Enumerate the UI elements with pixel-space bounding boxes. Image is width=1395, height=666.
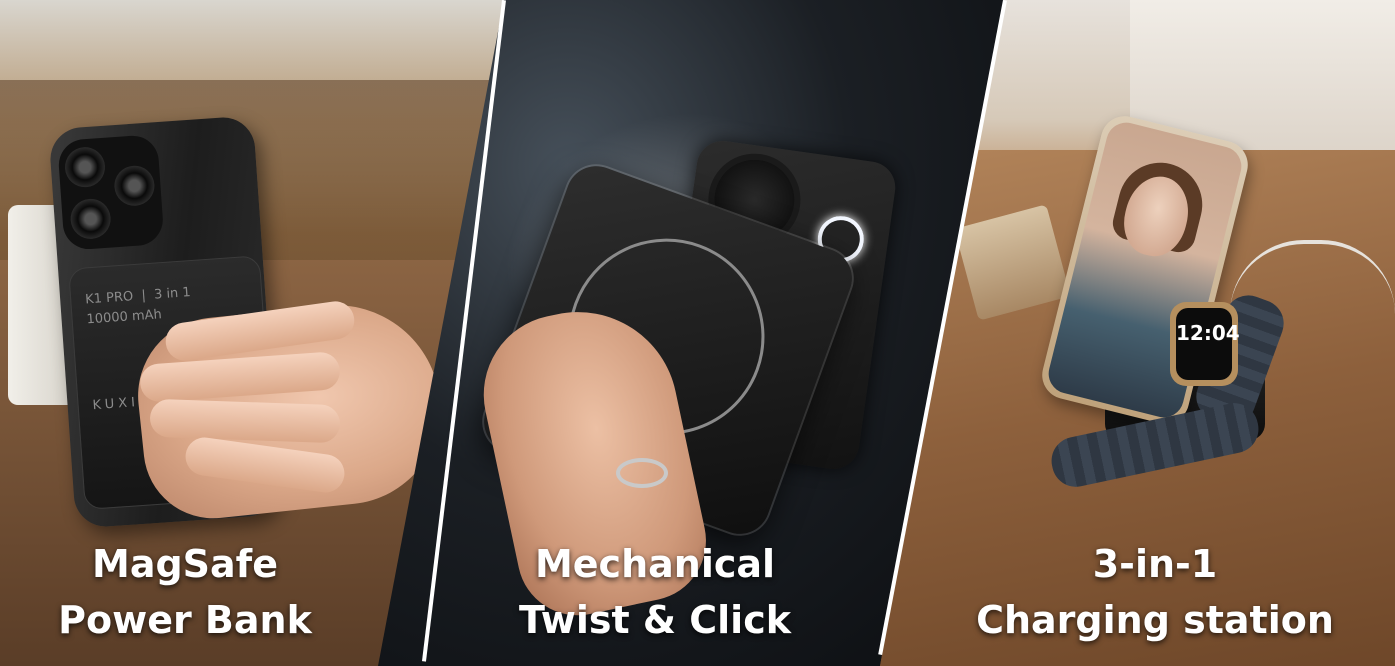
product-feature-banner: K1 PRO | 3 in 1 10000 mAh KUXIU 12:04 Ma… — [0, 0, 1395, 666]
variant-text: 3 in 1 — [153, 285, 192, 303]
smart-watch: 12:04 — [1170, 302, 1240, 386]
finger — [149, 398, 341, 444]
caption-3in1-charging-station: 3-in-1 Charging station — [955, 536, 1355, 648]
caption-line: Power Bank — [58, 598, 312, 642]
caption-line: 3-in-1 — [1092, 542, 1218, 586]
camera-lens — [69, 197, 112, 241]
finger-ring — [616, 458, 668, 488]
caption-line: MagSafe — [92, 542, 278, 586]
camera-module — [57, 134, 165, 251]
model-text: K1 PRO — [84, 289, 134, 308]
camera-lens — [113, 164, 156, 208]
power-bank-model: K1 PRO | 3 in 1 — [84, 285, 192, 308]
camera-lens — [63, 145, 107, 189]
caption-magsafe-power-bank: MagSafe Power Bank — [40, 536, 330, 648]
caption-mechanical-twist-click: Mechanical Twist & Click — [485, 536, 825, 648]
caption-line: Mechanical — [534, 542, 776, 586]
caption-line: Twist & Click — [519, 598, 791, 642]
watch-time: 12:04 — [1176, 308, 1240, 380]
caption-line: Charging station — [976, 598, 1334, 642]
power-bank-capacity: 10000 mAh — [86, 307, 163, 328]
